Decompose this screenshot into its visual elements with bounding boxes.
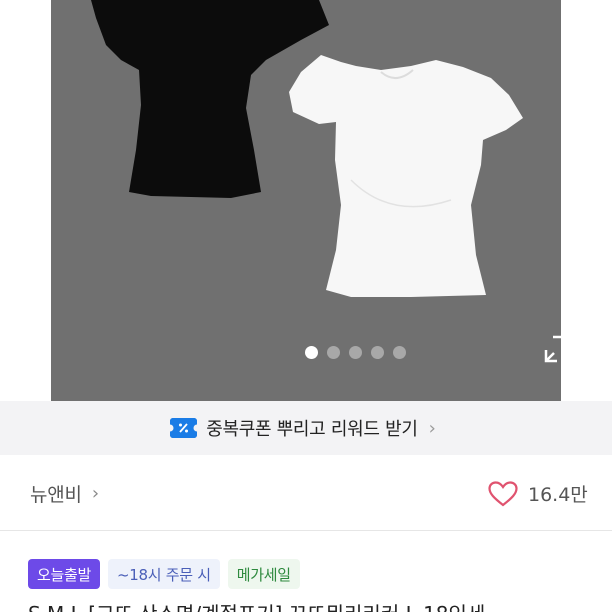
expand-icon[interactable] [543, 334, 566, 364]
product-image[interactable] [51, 0, 561, 401]
pagination-dot[interactable] [371, 346, 384, 359]
product-title: S M L [교뜨 산소면/계절포기] 꼬뜨뮈리리커 L 18인세 [28, 602, 612, 612]
pagination-dot[interactable] [305, 346, 318, 359]
coupon-icon [170, 418, 198, 438]
heart-icon [488, 480, 518, 506]
product-title-text: S M L [교뜨 산소면/계절포기] 꼬뜨뮈리리커 L 18인세 [28, 602, 485, 612]
gallery-pagination [305, 346, 406, 359]
tshirts-illustration [91, 0, 523, 297]
like-button[interactable]: 16.4만 [488, 480, 588, 507]
pagination-dot[interactable] [393, 346, 406, 359]
mega-sale-badge: 메가세일 [227, 559, 300, 589]
like-count: 16.4만 [528, 484, 588, 506]
chevron-right-icon: › [91, 483, 100, 504]
badge-list: 오늘출발 ~18시 주문 시 메가세일 [28, 559, 300, 589]
pagination-dot[interactable] [349, 346, 362, 359]
today-shipping-badge: 오늘출발 [28, 559, 101, 589]
seller-row: 뉴앤비 › 16.4만 [0, 455, 612, 531]
chevron-right-icon: › [428, 417, 436, 439]
coupon-banner-text: 중복쿠폰 뿌리고 리워드 받기 [206, 419, 418, 440]
order-deadline-badge: ~18시 주문 시 [108, 559, 220, 589]
coupon-banner[interactable]: 중복쿠폰 뿌리고 리워드 받기 › [0, 401, 612, 455]
seller-link[interactable]: 뉴앤비 › [30, 480, 99, 507]
white-tshirt [289, 55, 523, 297]
pagination-dot[interactable] [327, 346, 340, 359]
product-image-gallery[interactable] [0, 0, 612, 401]
seller-name: 뉴앤비 [30, 484, 82, 506]
